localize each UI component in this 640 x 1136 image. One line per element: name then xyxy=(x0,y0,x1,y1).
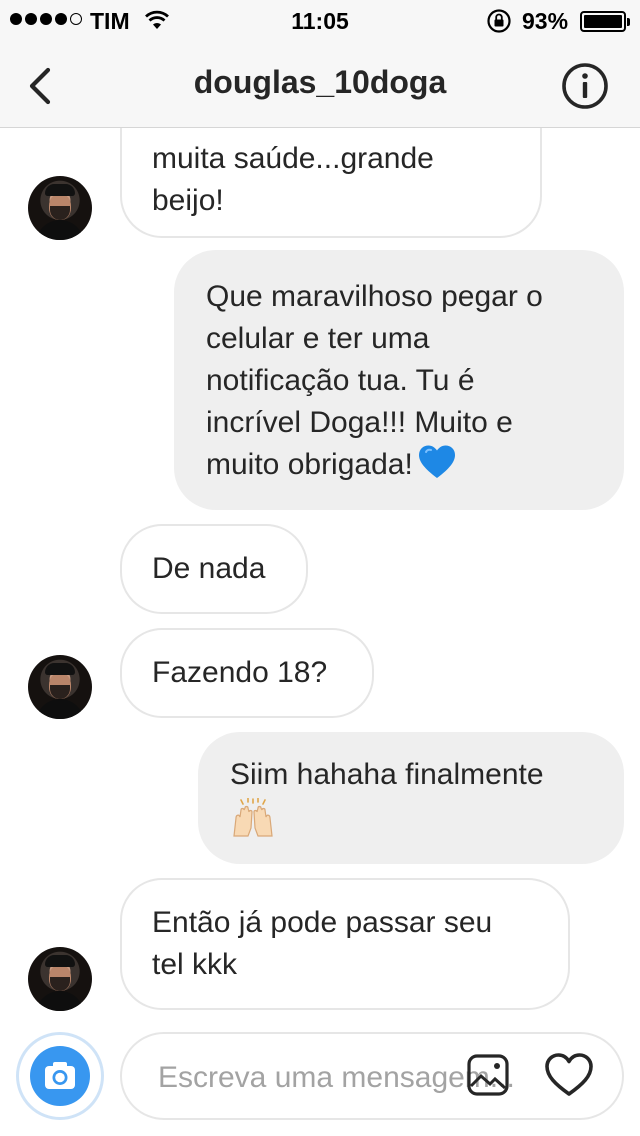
battery-percent: 93% xyxy=(522,8,569,34)
gallery-icon[interactable] xyxy=(466,1053,510,1097)
avatar[interactable] xyxy=(28,655,92,719)
raising-hands-emoji xyxy=(233,798,273,837)
message-line: tel kkk xyxy=(152,948,238,981)
outgoing-message[interactable]: Que maravilhoso pegar o celular e ter um… xyxy=(174,250,624,510)
incoming-message[interactable]: muita saúde...grande beijo! xyxy=(120,128,542,238)
incoming-message[interactable]: Fazendo 18? xyxy=(120,628,374,718)
message-line: muita saúde...grande xyxy=(152,142,434,175)
message-thread: muita saúde...grande beijo! Que maravilh… xyxy=(0,128,640,1020)
blue-heart-emoji xyxy=(418,445,455,478)
message-line: celular e ter uma xyxy=(206,322,430,355)
camera-button[interactable] xyxy=(16,1032,104,1120)
battery-icon xyxy=(580,11,630,32)
message-line: De nada xyxy=(152,552,266,585)
incoming-message[interactable]: De nada xyxy=(120,524,308,614)
conversation-title[interactable]: douglas_10doga xyxy=(0,64,640,101)
message-line: Que maravilhoso pegar o xyxy=(206,280,543,313)
info-icon[interactable] xyxy=(560,61,610,111)
wifi-icon xyxy=(145,10,169,29)
incoming-message[interactable]: Então já pode passar seu tel kkk xyxy=(120,878,570,1010)
message-line: Siim hahaha finalmente xyxy=(230,758,544,791)
orientation-lock-icon xyxy=(487,9,511,33)
camera-icon xyxy=(30,1046,90,1106)
status-bar: TIM 11:05 93% xyxy=(0,0,640,42)
message-line: incrível Doga!!! Muito e xyxy=(206,406,513,439)
heart-outline-icon[interactable] xyxy=(544,1052,594,1098)
message-line: muito obrigada! xyxy=(206,448,413,481)
message-line: Fazendo 18? xyxy=(152,656,328,689)
message-line: beijo! xyxy=(152,184,224,217)
message-line: notificação tua. Tu é xyxy=(206,364,475,397)
dm-screen: TIM 11:05 93% douglas_10doga muita saúde… xyxy=(0,0,640,1136)
carrier-name: TIM xyxy=(90,8,130,34)
avatar[interactable] xyxy=(28,947,92,1011)
avatar[interactable] xyxy=(28,176,92,240)
signal-strength-icon xyxy=(10,13,82,25)
outgoing-message[interactable]: Siim hahaha finalmente xyxy=(198,732,624,864)
message-line: Então já pode passar seu xyxy=(152,906,493,939)
conversation-header: douglas_10doga xyxy=(0,42,640,128)
